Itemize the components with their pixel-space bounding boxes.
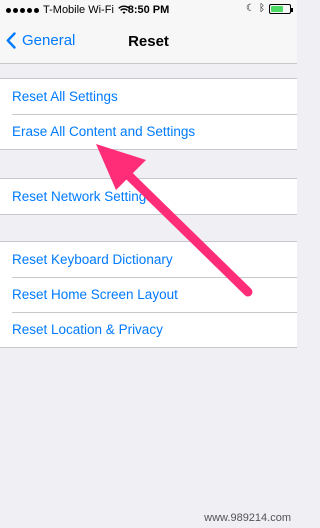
navigation-bar: General Reset bbox=[0, 20, 297, 64]
reset-group-network: Reset Network Settings bbox=[0, 178, 297, 215]
reset-keyboard-dictionary-row[interactable]: Reset Keyboard Dictionary bbox=[0, 242, 297, 277]
erase-all-content-row[interactable]: Erase All Content and Settings bbox=[0, 114, 297, 149]
status-right: ☾ ᛒ bbox=[246, 3, 293, 14]
reset-home-screen-layout-row[interactable]: Reset Home Screen Layout bbox=[0, 277, 297, 312]
reset-location-privacy-row[interactable]: Reset Location & Privacy bbox=[0, 312, 297, 347]
page-title: Reset bbox=[128, 33, 169, 50]
watermark: www.989214.com bbox=[204, 512, 291, 524]
reset-group-general: Reset All Settings Erase All Content and… bbox=[0, 78, 297, 150]
reset-network-settings-row[interactable]: Reset Network Settings bbox=[0, 179, 297, 214]
reset-group-other: Reset Keyboard Dictionary Reset Home Scr… bbox=[0, 241, 297, 348]
battery-icon bbox=[269, 4, 293, 14]
reset-all-settings-row[interactable]: Reset All Settings bbox=[0, 79, 297, 114]
moon-icon: ☾ bbox=[246, 3, 255, 14]
bluetooth-icon: ᛒ bbox=[259, 3, 265, 14]
status-bar: T-Mobile Wi-Fi 8:50 PM ☾ ᛒ bbox=[0, 0, 297, 20]
